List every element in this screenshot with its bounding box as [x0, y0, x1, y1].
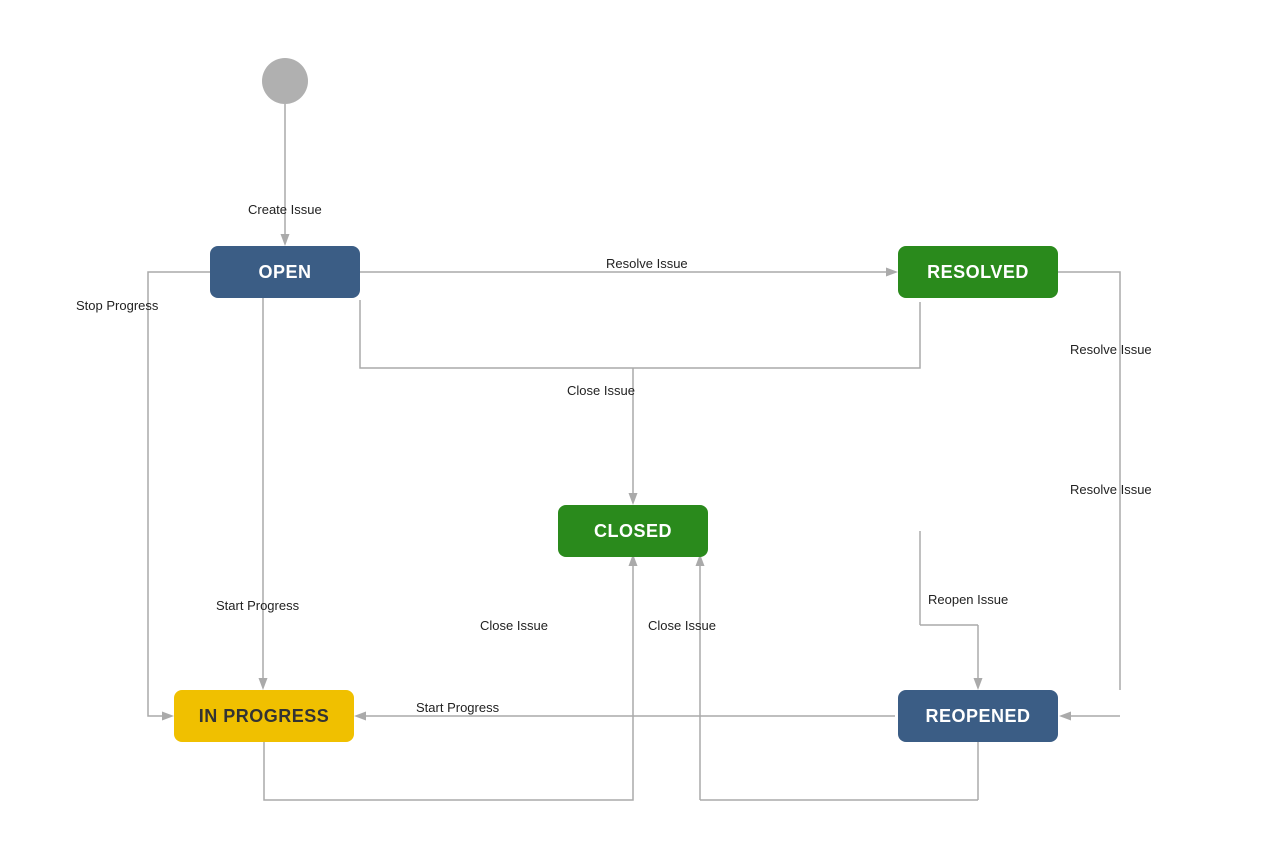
label-reopen-issue: Reopen Issue [928, 592, 1008, 607]
node-reopened: REOPENED [898, 690, 1058, 742]
label-resolve-issue-2: Resolve Issue [1070, 342, 1152, 357]
inprogress-label: IN PROGRESS [199, 706, 330, 727]
label-resolve-issue-3: Resolve Issue [1070, 482, 1152, 497]
label-close-issue-3: Close Issue [648, 618, 716, 633]
node-open: OPEN [210, 246, 360, 298]
reopened-label: REOPENED [925, 706, 1030, 727]
label-start-progress: Start Progress [216, 598, 299, 613]
resolved-label: RESOLVED [927, 262, 1029, 283]
start-circle [262, 58, 308, 104]
label-start-progress-2: Start Progress [416, 700, 499, 715]
open-label: OPEN [258, 262, 311, 283]
label-close-issue-main: Close Issue [567, 383, 635, 398]
node-closed: CLOSED [558, 505, 708, 557]
label-create-issue: Create Issue [248, 202, 322, 217]
label-close-issue-2: Close Issue [480, 618, 548, 633]
node-resolved: RESOLVED [898, 246, 1058, 298]
diagram-container: OPEN RESOLVED CLOSED IN PROGRESS REOPENE… [0, 0, 1268, 853]
label-stop-progress: Stop Progress [76, 298, 158, 313]
label-resolve-issue-1: Resolve Issue [606, 256, 688, 271]
node-inprogress: IN PROGRESS [174, 690, 354, 742]
closed-label: CLOSED [594, 521, 672, 542]
